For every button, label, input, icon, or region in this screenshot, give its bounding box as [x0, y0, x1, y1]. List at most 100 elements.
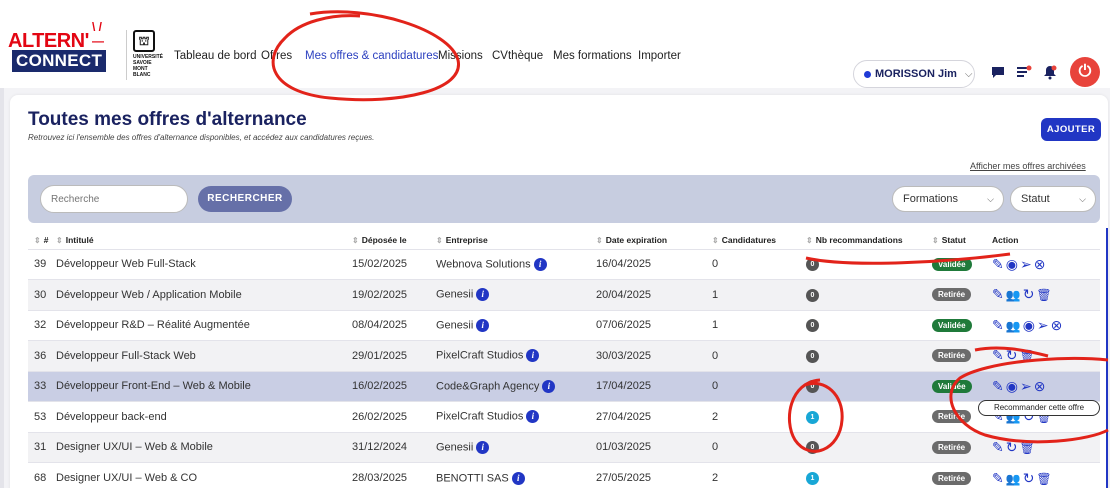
nav-dashboard[interactable]: Tableau de bord [174, 50, 256, 62]
university-logo: ⛫ UNIVERSITÉ SAVOIE MONT BLANC [126, 30, 164, 80]
row-status: Validée [932, 309, 992, 341]
row-title[interactable]: Développeur Full-Stack Web [56, 340, 352, 371]
send-icon[interactable]: ➢ [1020, 378, 1034, 394]
edit-icon[interactable]: ✎ [992, 317, 1006, 333]
row-company: PixelCraft Studios i [436, 401, 596, 432]
send-icon[interactable]: ➢ [1037, 317, 1051, 333]
row-candidatures: 2 [708, 462, 802, 488]
nav-importer[interactable]: Importer [638, 50, 681, 62]
row-actions: ✎↻🗑 [992, 340, 1100, 371]
formations-select[interactable]: Formations ⌵ [892, 186, 1004, 212]
recommendations-badge: 1 [806, 472, 819, 485]
search-button[interactable]: RECHERCHER [198, 186, 292, 212]
status-badge: Retirée [932, 349, 972, 363]
nav-offres[interactable]: Offres [261, 50, 292, 62]
messages-icon[interactable] [990, 64, 1006, 85]
trash-icon[interactable]: 🗑 [1036, 288, 1053, 302]
row-id: 33 [28, 370, 56, 402]
info-icon[interactable]: i [533, 257, 547, 271]
trash-icon[interactable]: 🗑 [1019, 441, 1036, 455]
restore-icon[interactable]: ↻ [1023, 470, 1037, 486]
restore-icon[interactable]: ↻ [1006, 347, 1020, 363]
edit-icon[interactable]: ✎ [992, 470, 1006, 486]
table-row: 31 Designer UX/UI – Web & Mobile 31/12/202… [28, 431, 1100, 463]
col-company[interactable]: ⇕ Entreprise [436, 231, 596, 249]
row-recommendations: 0 [802, 279, 932, 310]
col-expiration[interactable]: ⇕ Date expiration [596, 231, 708, 249]
row-title[interactable]: Développeur Web / Application Mobile [56, 279, 352, 310]
candidates-icon[interactable]: 👥 [1006, 472, 1023, 486]
eye-icon[interactable]: ◉ [1006, 378, 1020, 394]
send-icon[interactable]: ➢ [1020, 256, 1034, 272]
col-candidatures[interactable]: ⇕ Candidatures [708, 231, 802, 249]
row-title[interactable]: Développeur Web Full-Stack [56, 248, 352, 280]
row-title[interactable]: Développeur R&D – Réalité Augmentée [56, 309, 352, 341]
chevron-down-icon: ⌵ [987, 194, 994, 204]
row-title[interactable]: Développeur Front-End – Web & Mobile [56, 370, 352, 402]
col-title[interactable]: ⇕ Intitulé [56, 231, 352, 249]
scrollbar[interactable] [1106, 228, 1108, 488]
cancel-circle-icon[interactable]: ⊗ [1051, 317, 1065, 333]
edit-icon[interactable]: ✎ [992, 347, 1006, 363]
online-dot-icon [864, 70, 871, 78]
status-select[interactable]: Statut ⌵ [1010, 186, 1096, 212]
table-row: 30 Développeur Web / Application Mobile 19… [28, 279, 1100, 310]
edit-icon[interactable]: ✎ [992, 439, 1006, 455]
row-title[interactable]: Designer UX/UI – Web & CO [56, 462, 352, 488]
cancel-circle-icon[interactable]: ⊗ [1034, 378, 1048, 394]
archived-offers-link[interactable]: Afficher mes offres archivées [970, 161, 1086, 171]
row-expiration: 30/03/2025 [596, 340, 708, 371]
status-badge: Retirée [932, 288, 972, 302]
company-name: BENOTTI SAS [436, 471, 509, 484]
info-icon[interactable]: i [526, 349, 540, 363]
company-name: PixelCraft Studios [436, 349, 524, 362]
info-icon[interactable]: i [476, 440, 490, 454]
altern-connect-logo[interactable]: \ / — ALTERN' CONNECT [8, 20, 116, 80]
restore-icon[interactable]: ↻ [1006, 439, 1020, 455]
logout-power-icon[interactable]: ⏻ [1070, 57, 1100, 87]
row-company: BENOTTI SAS i [436, 462, 596, 488]
info-icon[interactable]: i [542, 379, 556, 393]
nav-mes-offres[interactable]: Mes offres & candidatures [305, 50, 438, 62]
row-title[interactable]: Développeur back-end [56, 401, 352, 432]
bell-icon[interactable] [1042, 64, 1058, 85]
nav-missions[interactable]: Missions [438, 50, 483, 62]
nav-cvtheque[interactable]: CVthèque [492, 50, 543, 62]
col-status[interactable]: ⇕ Statut [932, 231, 992, 249]
candidates-icon[interactable]: 👥 [1006, 319, 1023, 333]
trash-icon[interactable]: 🗑 [1019, 349, 1036, 363]
row-title[interactable]: Designer UX/UI – Web & Mobile [56, 431, 352, 463]
edit-icon[interactable]: ✎ [992, 378, 1006, 394]
col-date[interactable]: ⇕ Déposée le [352, 231, 436, 249]
candidates-icon[interactable]: 👥 [1006, 288, 1023, 302]
row-recommendations: 0 [802, 370, 932, 402]
list-notification-icon[interactable] [1016, 64, 1032, 85]
info-icon[interactable]: i [476, 288, 490, 302]
user-name: MORISSON Jim [875, 68, 957, 80]
user-menu[interactable]: MORISSON Jim ⌵ [853, 60, 975, 88]
info-icon[interactable]: i [476, 318, 490, 332]
nav-formations[interactable]: Mes formations [553, 50, 632, 62]
university-name: UNIVERSITÉ SAVOIE MONT BLANC [133, 54, 164, 78]
restore-icon[interactable]: ↻ [1023, 286, 1037, 302]
sort-icon: ⇕ [436, 235, 443, 245]
edit-icon[interactable]: ✎ [992, 286, 1006, 302]
eye-icon[interactable]: ◉ [1006, 256, 1020, 272]
trash-icon[interactable]: 🗑 [1036, 472, 1053, 486]
col-recommendations[interactable]: ⇕ Nb recommandations [802, 231, 932, 249]
info-icon[interactable]: i [511, 471, 525, 485]
cancel-circle-icon[interactable]: ⊗ [1034, 256, 1048, 272]
eye-icon[interactable]: ◉ [1023, 317, 1037, 333]
recommendations-badge: 0 [806, 258, 819, 272]
recommend-tooltip: Recommander cette offre [978, 400, 1100, 416]
search-input[interactable] [40, 185, 188, 213]
add-offer-button[interactable]: AJOUTER [1041, 118, 1101, 141]
edit-icon[interactable]: ✎ [992, 256, 1006, 272]
col-id[interactable]: ⇕ # [28, 231, 56, 249]
row-expiration: 27/04/2025 [596, 401, 708, 432]
table-row: 68 Designer UX/UI – Web & CO 28/03/2025 BEN… [28, 462, 1100, 488]
company-name: Genesii [436, 441, 474, 454]
row-company: Genesii i [436, 431, 596, 463]
row-status: Retirée [932, 431, 992, 463]
info-icon[interactable]: i [526, 410, 540, 424]
